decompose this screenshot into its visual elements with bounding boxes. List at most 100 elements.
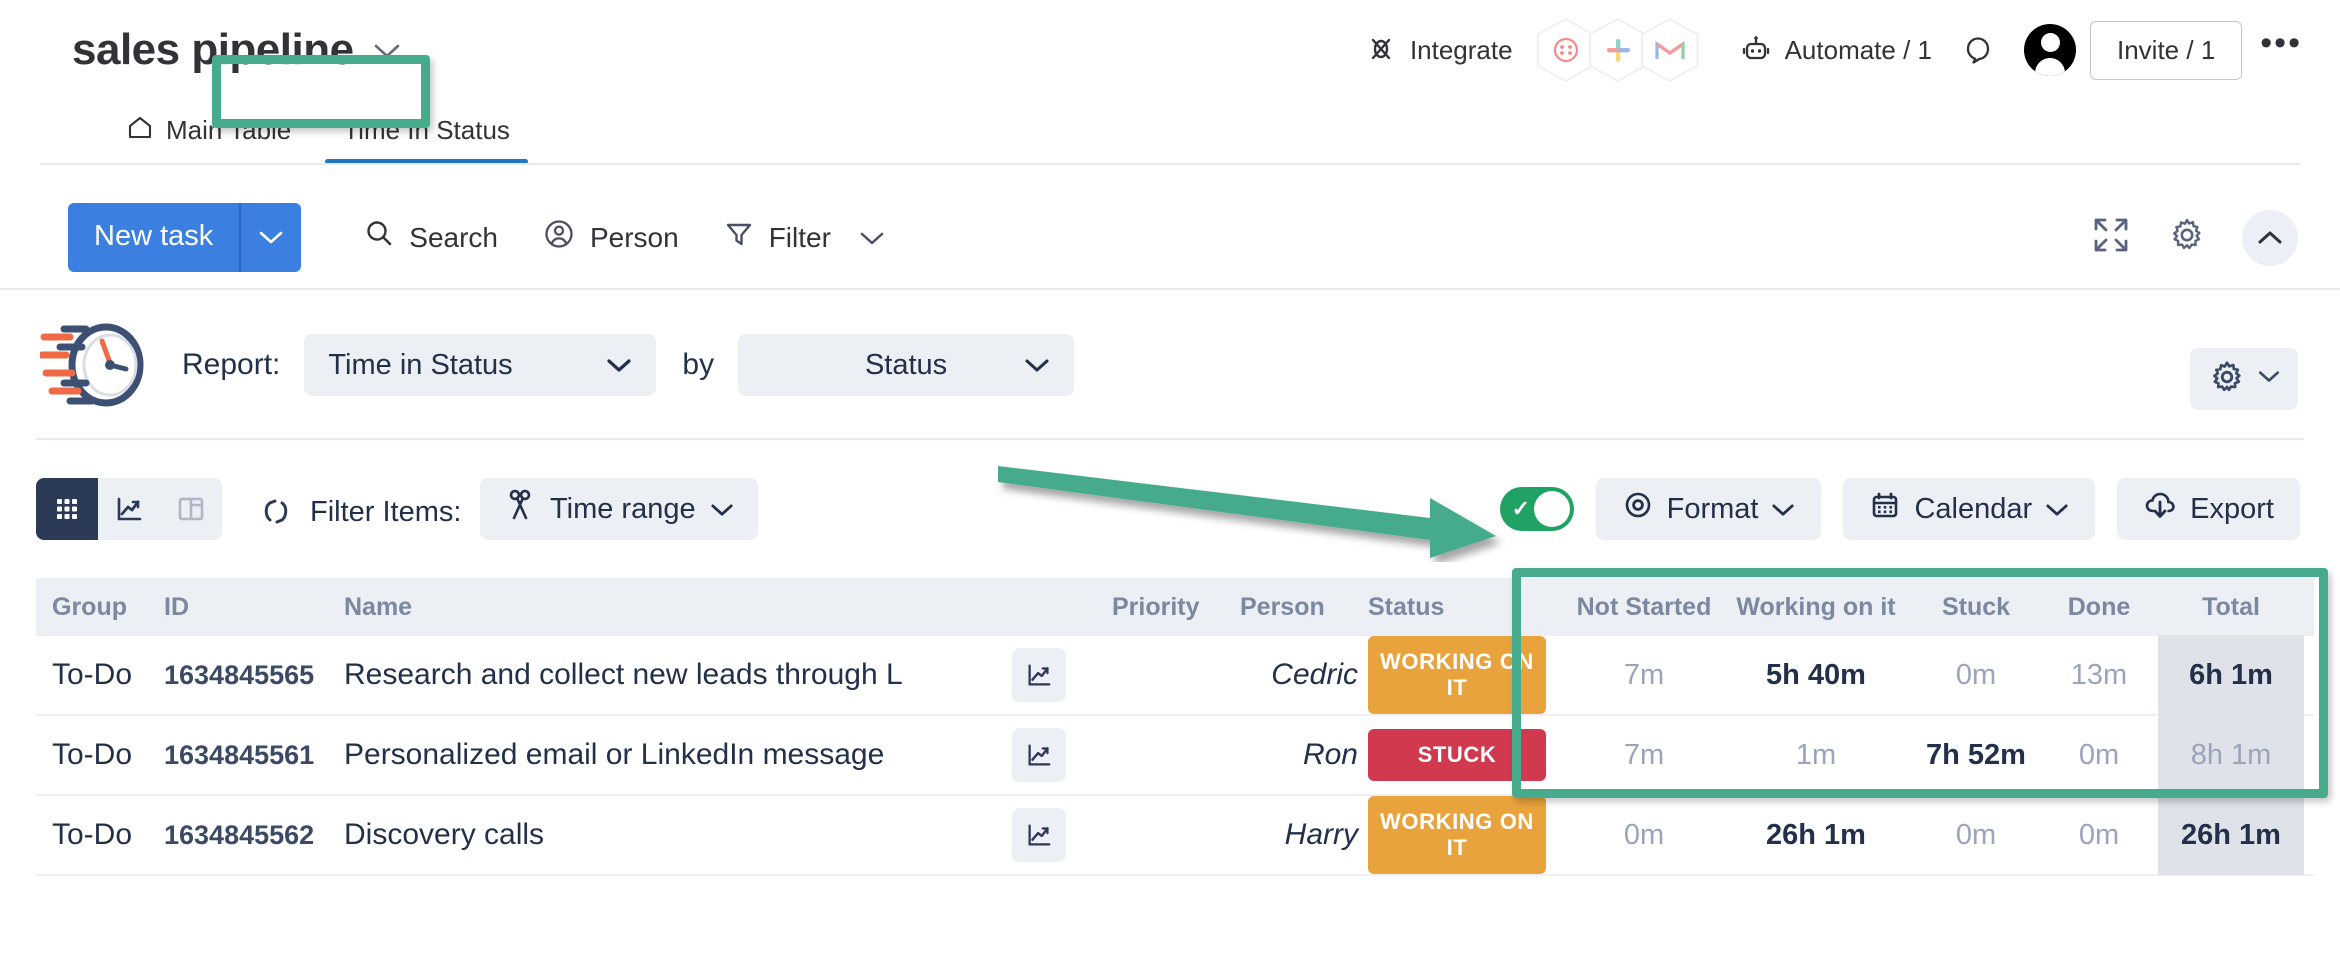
chat-button[interactable]	[1946, 26, 2010, 74]
report-type-select[interactable]: Time in Status	[304, 334, 657, 396]
refresh-icon[interactable]	[258, 494, 294, 535]
row-chart-button[interactable]	[1012, 808, 1112, 862]
chart-view-icon[interactable]	[1012, 728, 1066, 782]
cell-stuck: 7h 52m	[1926, 738, 2026, 771]
status-badge: STUCK	[1368, 729, 1546, 781]
scissors-icon	[504, 488, 536, 530]
row-chart-button[interactable]	[1012, 648, 1112, 702]
automate-button[interactable]: Automate / 1	[1725, 27, 1946, 73]
column-header-done[interactable]: Done	[2040, 593, 2158, 622]
report-label: Report:	[182, 348, 281, 381]
column-header-status[interactable]: Status	[1368, 593, 1568, 622]
format-label: Format	[1666, 492, 1759, 525]
column-header-priority[interactable]: Priority	[1112, 593, 1240, 622]
status-badge: WORKING ON IT	[1368, 796, 1546, 874]
column-header-group[interactable]: Group	[36, 593, 164, 622]
column-header-name[interactable]: Name	[344, 593, 1012, 622]
cell-status[interactable]: WORKING ON IT	[1368, 636, 1568, 714]
new-task-button-group[interactable]: New task	[68, 203, 302, 272]
column-header-person[interactable]: Person	[1240, 593, 1368, 622]
calendar-button[interactable]: Calendar	[1843, 478, 2096, 540]
chart-view-icon[interactable]	[98, 478, 160, 540]
column-header-id[interactable]: ID	[164, 593, 344, 622]
tab-label: Time In Status	[343, 114, 510, 145]
board-title-group[interactable]: sales pipeline	[72, 25, 402, 75]
search-icon	[363, 218, 395, 257]
chevron-down-icon	[606, 349, 632, 382]
column-header-not-started[interactable]: Not Started	[1568, 593, 1720, 622]
expand-arrows-icon[interactable]	[2090, 214, 2132, 261]
time-range-select[interactable]: Time range	[480, 478, 758, 540]
table-view-icon[interactable]	[160, 478, 222, 540]
chevron-down-icon	[1024, 349, 1050, 382]
grid-view-icon[interactable]	[36, 478, 98, 540]
filter-items-label: Filter Items:	[310, 496, 462, 528]
cell-working-on-it: 5h 40m	[1766, 658, 1866, 691]
cell-total: 26h 1m	[2158, 795, 2304, 875]
person-circle-icon	[542, 217, 576, 258]
column-header-working-on-it[interactable]: Working on it	[1720, 593, 1912, 622]
export-label: Export	[2190, 492, 2274, 525]
new-task-button[interactable]: New task	[68, 203, 240, 272]
person-filter-button[interactable]: Person	[542, 217, 679, 258]
format-button[interactable]: Format	[1595, 478, 1822, 540]
automate-label: Automate / 1	[1784, 34, 1932, 65]
search-button[interactable]: Search	[363, 218, 498, 257]
chart-view-icon[interactable]	[1012, 808, 1066, 862]
new-task-dropdown-chevron-down-icon[interactable]	[241, 203, 302, 272]
chevron-up-icon[interactable]	[2242, 209, 2298, 266]
cell-status[interactable]: STUCK	[1368, 729, 1568, 781]
table-row[interactable]: To-Do 1634845562 Discovery calls Harry W…	[36, 795, 2314, 876]
cell-name: Research and collect new leads through L	[344, 658, 903, 691]
view-bar: Filter Items: Time range ✓ Format Calend…	[0, 468, 2340, 563]
more-options-button[interactable]: •••	[2242, 24, 2320, 77]
slack-icon[interactable]	[1588, 18, 1647, 82]
row-chart-button[interactable]	[1012, 728, 1112, 782]
cell-id: 1634845565	[164, 659, 315, 690]
avatar[interactable]	[2024, 24, 2076, 76]
column-header-total[interactable]: Total	[2158, 593, 2304, 622]
toggle-knob	[1533, 491, 1570, 527]
cell-total: 8h 1m	[2158, 715, 2304, 795]
integrate-button[interactable]: Integrate	[1350, 27, 1527, 73]
cell-id: 1634845561	[164, 739, 315, 770]
chevron-down-icon[interactable]	[372, 38, 402, 64]
chevron-down-icon[interactable]	[859, 222, 885, 254]
cell-status[interactable]: WORKING ON IT	[1368, 796, 1568, 874]
table-header-row: Group ID Name Priority Person Status Not…	[36, 578, 2314, 636]
table-row[interactable]: To-Do 1634845561 Personalized email or L…	[36, 715, 2314, 796]
show-totals-toggle[interactable]: ✓	[1499, 487, 1574, 531]
export-button[interactable]: Export	[2117, 478, 2300, 540]
tabs-divider	[40, 163, 2300, 165]
gmail-icon[interactable]	[1640, 18, 1699, 82]
report-bar: Report: Time in Status by Status	[0, 295, 2340, 435]
chart-view-icon[interactable]	[1012, 648, 1066, 702]
chevron-down-icon	[2257, 370, 2281, 389]
dialpad-icon[interactable]	[1536, 18, 1595, 82]
cell-group: To-Do	[52, 738, 133, 771]
cell-working-on-it: 26h 1m	[1766, 818, 1866, 851]
report-settings-button[interactable]	[2190, 348, 2298, 410]
cell-done: 0m	[2078, 738, 2120, 771]
action-toolbar: New task Search Person Filter	[0, 185, 2340, 290]
table-row[interactable]: To-Do 1634845565 Research and collect ne…	[36, 635, 2314, 716]
invite-button[interactable]: Invite / 1	[2090, 20, 2243, 80]
column-header-stuck[interactable]: Stuck	[1912, 593, 2040, 622]
tab-time-in-status[interactable]: Time In Status	[317, 96, 536, 164]
cell-stuck: 0m	[1955, 818, 1997, 851]
plug-icon	[1364, 33, 1398, 67]
integrate-label: Integrate	[1409, 34, 1513, 65]
gear-icon[interactable]	[2166, 214, 2208, 261]
person-label: Person	[589, 221, 679, 253]
stopwatch-speed-logo	[38, 315, 150, 415]
cell-not-started: 0m	[1623, 818, 1665, 851]
robot-icon	[1739, 33, 1773, 67]
cell-working-on-it: 1m	[1795, 738, 1837, 771]
cell-stuck: 0m	[1955, 658, 1997, 691]
report-divider	[36, 438, 2304, 440]
tab-main-table[interactable]: Main Table	[100, 96, 317, 164]
integration-badges	[1536, 18, 1699, 82]
group-by-select[interactable]: Status	[738, 334, 1075, 396]
filter-button[interactable]: Filter	[723, 218, 885, 257]
cell-not-started: 7m	[1623, 738, 1665, 771]
